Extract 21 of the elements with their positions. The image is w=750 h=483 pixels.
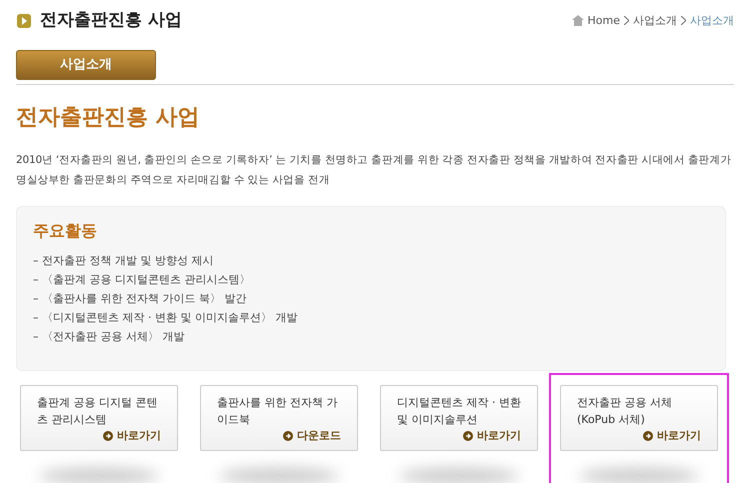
card-title: 출판계 공용 디지털 콘텐츠 관리시스템 [37,394,158,428]
intro-paragraph: 2010년 ‘전자출판의 원년, 출판인의 손으로 기록하자’ 는 기치를 천명하고 출판계를 위한 각종 전자출판 정책을 개발하여 전자출판 시대에서 출판계가 명실상부한 출판문화의 주역으로 자리매김할 수 있는 사업을 전개 [16,152,732,188]
tab[interactable]: 사업소개 [16,50,156,80]
activity-item: – 전자출판 정책 개발 및 방향성 제시 [33,252,214,268]
card-title: 디지털콘텐츠 제작 · 변환 및 이미지솔루션 [397,394,521,428]
card-link[interactable]: 바로가기 [643,428,701,444]
section-heading: 전자출판진흥 사업 [16,104,201,132]
panel-heading: 주요활동 [33,220,98,242]
breadcrumb-link[interactable]: 사업소개 [690,12,734,29]
card-title: 출판사를 위한 전자책 가이드북 [217,394,338,428]
card-title: 전자출판 공용 서체 (KoPub 서체) [577,394,673,428]
page-title: 전자출판진흥 사업 [40,9,182,32]
activity-item: – 〈전자출판 공용 서체〉 개발 [33,328,186,344]
card-link[interactable]: 다운로드 [283,428,341,444]
activity-item: – 〈출판계 공용 디지털콘텐츠 관리시스템〉 [33,272,252,288]
card-link[interactable]: 바로가기 [103,428,161,444]
card-link[interactable]: 바로가기 [463,428,521,444]
breadcrumb-link[interactable]: Home [588,12,620,29]
activity-item: – 〈디지털콘텐츠 제작 · 변환 및 이미지솔루션〉 개발 [33,310,298,326]
activity-item: – 〈출판사를 위한 전자책 가이드 북〉 발간 [33,290,248,306]
breadcrumb-link[interactable]: 사업소개 [633,12,677,29]
